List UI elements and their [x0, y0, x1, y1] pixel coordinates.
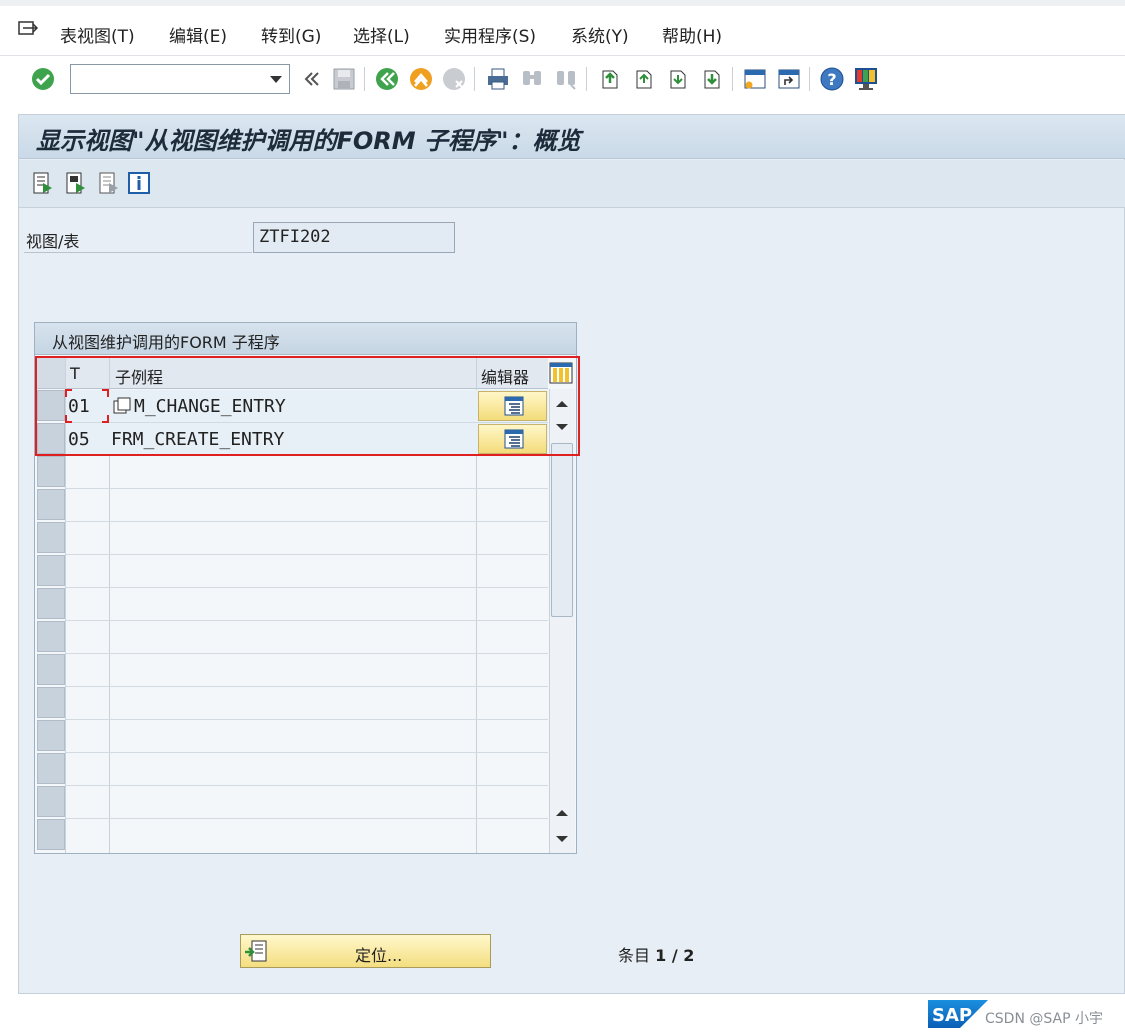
menu-select[interactable]: 选择(L)	[353, 22, 410, 47]
row-selector[interactable]	[37, 786, 65, 817]
row-selector[interactable]	[37, 654, 65, 685]
first-page-icon[interactable]	[596, 65, 624, 93]
menu-utilities[interactable]: 实用程序(S)	[444, 22, 536, 47]
page-title: 显示视图"从视图维护调用的FORM 子程序"：概览	[36, 127, 581, 155]
row-selector[interactable]	[37, 687, 65, 718]
deselect-all-icon[interactable]	[96, 170, 122, 196]
menu-toggle-icon[interactable]	[18, 20, 40, 40]
label-underline	[24, 252, 252, 253]
sap-logo: SAP	[928, 1000, 988, 1028]
application-toolbar	[19, 160, 1125, 208]
row-divider	[66, 752, 548, 753]
new-session-icon[interactable]	[741, 65, 769, 93]
next-page-icon[interactable]	[664, 65, 692, 93]
back-icon[interactable]	[373, 65, 401, 93]
menu-table-view[interactable]: 表视图(T)	[60, 22, 135, 47]
row-selector[interactable]	[37, 489, 65, 520]
exit-icon[interactable]	[407, 65, 435, 93]
last-page-icon[interactable]	[698, 65, 726, 93]
svg-text:?: ?	[827, 70, 836, 89]
row-selector[interactable]	[37, 753, 65, 784]
row-selector[interactable]	[37, 621, 65, 652]
watermark-text: CSDN @SAP 小宇	[985, 1011, 1103, 1027]
cancel-icon	[440, 65, 468, 93]
row-divider	[66, 719, 548, 720]
position-icon	[244, 939, 268, 963]
row-divider	[66, 785, 548, 786]
select-all-icon[interactable]	[30, 170, 56, 196]
table-title: 从视图维护调用的FORM 子程序	[52, 333, 280, 352]
previous-page-icon[interactable]	[630, 65, 658, 93]
view-table-label: 视图/表	[26, 232, 80, 251]
svg-text:SAP: SAP	[932, 1005, 972, 1026]
find-next-icon	[552, 65, 580, 93]
help-icon[interactable]: ?	[818, 65, 846, 93]
command-dropdown-icon[interactable]	[263, 64, 289, 94]
row-divider	[66, 587, 548, 588]
menu-system[interactable]: 系统(Y)	[571, 22, 629, 47]
row-divider	[66, 686, 548, 687]
menu-help[interactable]: 帮助(H)	[662, 22, 722, 47]
row-divider	[66, 521, 548, 522]
row-selector[interactable]	[37, 456, 65, 487]
row-divider	[66, 653, 548, 654]
row-selector[interactable]	[37, 819, 65, 850]
view-table-field[interactable]: ZTFI202	[253, 222, 455, 253]
scroll-thumb[interactable]	[551, 443, 573, 617]
entry-prefix: 条目	[618, 946, 651, 965]
row-selector[interactable]	[37, 522, 65, 553]
command-field[interactable]	[70, 64, 290, 94]
info-icon[interactable]	[126, 170, 152, 196]
save-icon	[330, 65, 358, 93]
row-divider	[66, 554, 548, 555]
row-divider	[66, 488, 548, 489]
menu-goto[interactable]: 转到(G)	[261, 22, 321, 47]
row-selector[interactable]	[37, 588, 65, 619]
entry-counter: 条目 1 / 2	[618, 942, 694, 966]
print-icon[interactable]	[484, 65, 512, 93]
shortcut-icon[interactable]	[775, 65, 803, 93]
collapse-chevron-icon[interactable]	[298, 65, 326, 93]
row-selector[interactable]	[37, 555, 65, 586]
position-button-label: 定位...	[355, 946, 403, 965]
customize-layout-icon[interactable]	[852, 65, 880, 93]
row-selector[interactable]	[37, 720, 65, 751]
highlight-box	[35, 356, 580, 456]
enter-check-icon[interactable]	[29, 65, 57, 93]
row-divider	[66, 620, 548, 621]
entry-count: 1 / 2	[655, 946, 695, 965]
find-icon	[518, 65, 546, 93]
focus-marker	[64, 389, 110, 423]
scroll-down-icon[interactable]	[549, 826, 575, 852]
select-block-icon[interactable]	[63, 170, 89, 196]
scroll-up-icon[interactable]	[549, 800, 575, 826]
menu-edit[interactable]: 编辑(E)	[169, 22, 227, 47]
row-divider	[66, 818, 548, 819]
